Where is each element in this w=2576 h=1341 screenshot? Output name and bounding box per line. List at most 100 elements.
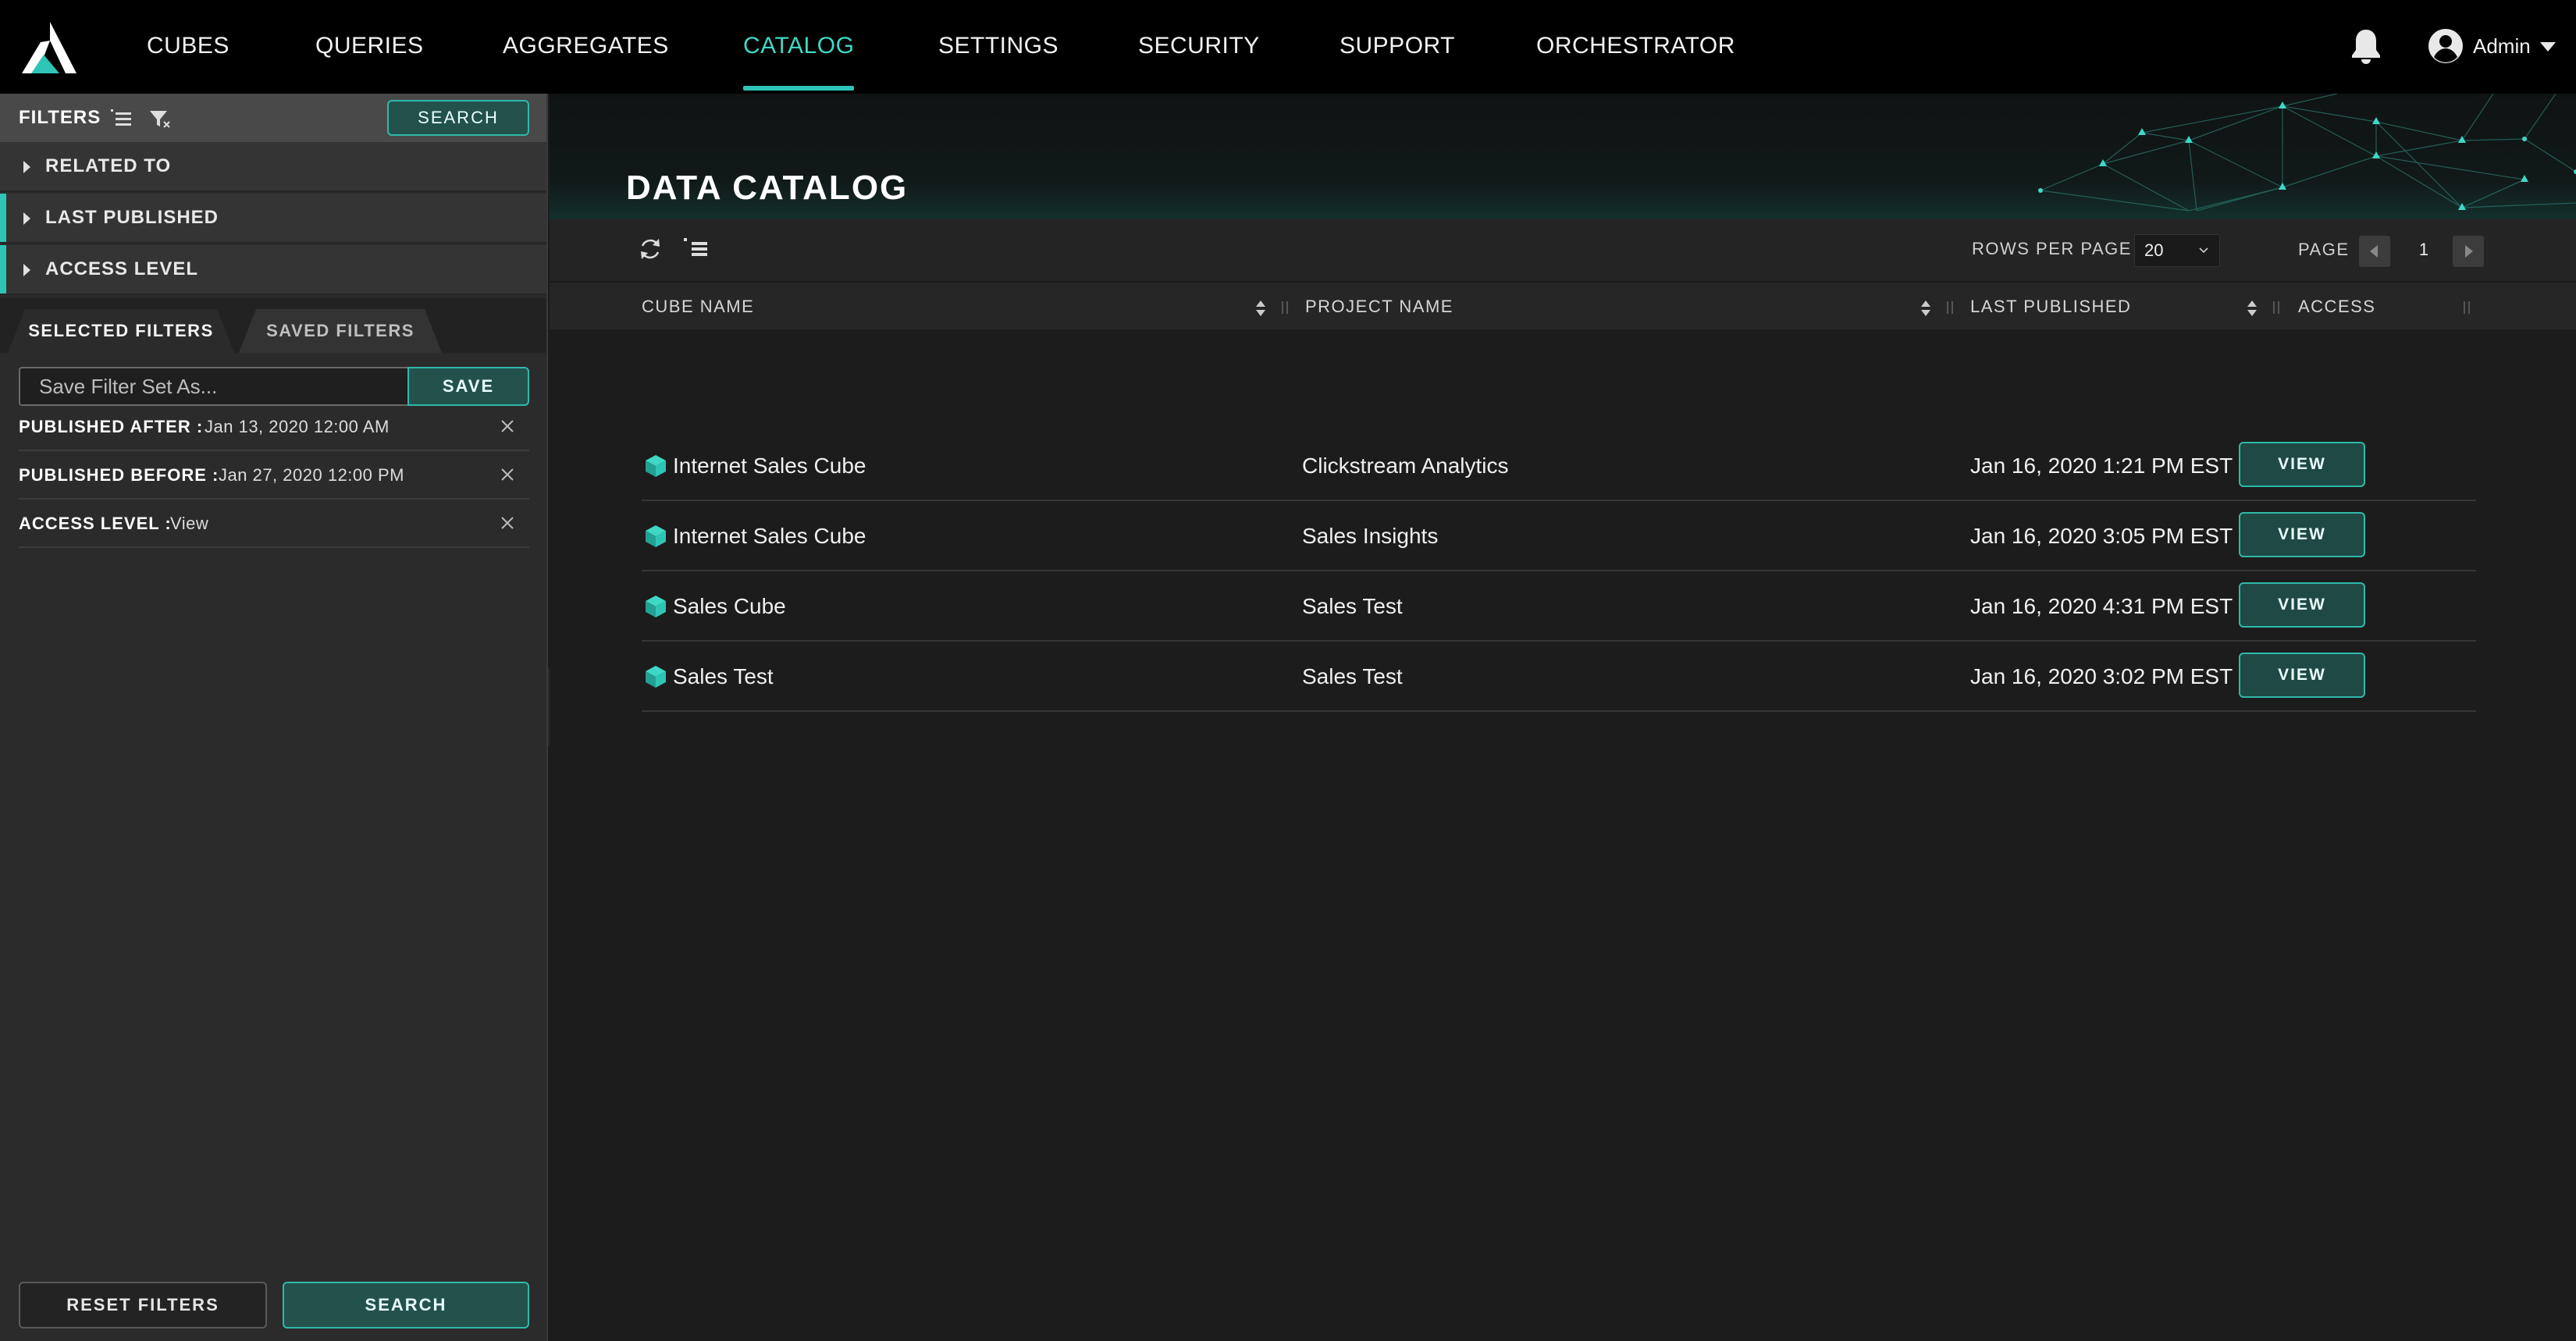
clear-filter-icon[interactable] [148, 108, 172, 130]
column-resize-handle[interactable] [1282, 301, 1288, 314]
table-toolbar: ROWS PER PAGE 20 PAGE 1 [550, 219, 2576, 281]
bell-icon[interactable] [2348, 27, 2384, 66]
search-button[interactable]: SEARCH [283, 1282, 529, 1329]
column-header-project-name[interactable]: PROJECT NAME [1305, 283, 1453, 331]
cell-project-name: Sales Test [1302, 594, 1403, 618]
save-filter-button[interactable]: SAVE [407, 367, 529, 406]
rows-per-page-value: 20 [2144, 240, 2164, 260]
cell-cube-name[interactable]: Sales Test [673, 642, 774, 712]
page-header: DATA CATALOG [550, 94, 2576, 219]
table-row: Sales Test Sales Test Jan 16, 2020 3:02 … [642, 642, 2476, 712]
filter-value: Jan 27, 2020 12:00 PM [219, 465, 404, 485]
triangle-left-icon [2370, 245, 2378, 258]
filter-key: PUBLISHED AFTER : [19, 417, 204, 436]
sort-icon[interactable] [1920, 300, 1931, 317]
accordion-label: ACCESS LEVEL [45, 258, 199, 279]
page-label: PAGE [2298, 240, 2350, 259]
close-icon[interactable] [500, 515, 515, 531]
view-button[interactable]: VIEW [2239, 442, 2365, 487]
filters-title: FILTERS [19, 107, 101, 128]
filters-sidebar: FILTERS SEARCH RELATED TO LAST PUBLISHED… [0, 94, 548, 1341]
chevron-down-icon [2199, 247, 2208, 254]
reset-filters-button[interactable]: RESET FILTERS [19, 1282, 267, 1329]
save-filter-placeholder: Save Filter Set As... [39, 375, 218, 398]
cell-last-published: Jan 16, 2020 3:05 PM EST [1970, 524, 2233, 548]
table-row: Internet Sales Cube Clickstream Analytic… [642, 431, 2476, 501]
column-resize-handle[interactable] [2273, 301, 2279, 314]
view-button[interactable]: VIEW [2239, 512, 2365, 557]
expand-arrow-icon [23, 264, 30, 276]
cube-icon [646, 596, 666, 617]
accordion-related-to[interactable]: RELATED TO [0, 142, 546, 192]
user-avatar-icon[interactable] [2428, 28, 2464, 64]
nav-orchestrator[interactable]: ORCHESTRATOR [1536, 0, 1735, 94]
accordion-label: LAST PUBLISHED [45, 207, 219, 228]
column-header-cube-name[interactable]: CUBE NAME [642, 283, 754, 331]
accordion-label: RELATED TO [45, 155, 172, 176]
caret-down-icon[interactable] [2540, 42, 2556, 52]
page-title: DATA CATALOG [626, 169, 909, 207]
cell-cube-name[interactable]: Sales Cube [673, 571, 786, 642]
cell-project-name: Clickstream Analytics [1302, 454, 1509, 478]
prev-page-button[interactable] [2359, 236, 2390, 267]
filter-key: ACCESS LEVEL : [19, 514, 172, 533]
nav-cubes[interactable]: CUBES [147, 0, 229, 94]
sort-icon[interactable] [1255, 300, 1266, 317]
cell-cube-name[interactable]: Internet Sales Cube [673, 431, 866, 501]
column-options-icon[interactable] [682, 236, 709, 262]
column-header-last-published[interactable]: LAST PUBLISHED [1970, 283, 2131, 331]
rows-per-page-select[interactable]: 20 [2134, 234, 2220, 267]
table-row: Sales Cube Sales Test Jan 16, 2020 4:31 … [642, 571, 2476, 642]
cell-last-published: Jan 16, 2020 4:31 PM EST [1970, 594, 2233, 618]
refresh-icon[interactable] [637, 236, 664, 262]
cell-cube-name[interactable]: Internet Sales Cube [673, 501, 866, 571]
nav-queries[interactable]: QUERIES [315, 0, 424, 94]
tab-saved-filters[interactable]: SAVED FILTERS [239, 309, 442, 353]
nav-aggregates[interactable]: AGGREGATES [503, 0, 669, 94]
accordion-last-published[interactable]: LAST PUBLISHED [0, 194, 546, 244]
nav-support[interactable]: SUPPORT [1340, 0, 1455, 94]
table-row: Internet Sales Cube Sales Insights Jan 1… [642, 501, 2476, 571]
expand-arrow-icon [23, 161, 30, 173]
view-button[interactable]: VIEW [2239, 582, 2365, 628]
nav-security[interactable]: SECURITY [1138, 0, 1260, 94]
cube-icon [646, 666, 666, 688]
triangle-logo-icon[interactable] [20, 20, 80, 75]
user-name[interactable]: Admin [2473, 0, 2531, 94]
column-resize-handle[interactable] [1947, 301, 1953, 314]
filters-search-button[interactable]: SEARCH [387, 100, 529, 136]
next-page-button[interactable] [2453, 236, 2484, 267]
filter-value: View [170, 514, 209, 533]
cell-last-published: Jan 16, 2020 1:21 PM EST [1970, 454, 2233, 478]
selected-filter-row: PUBLISHED AFTER : Jan 13, 2020 12:00 AM [19, 404, 529, 451]
table-header: CUBE NAME PROJECT NAME LAST PUBLISHED AC… [550, 281, 2576, 329]
top-navigation-bar: CUBES QUERIES AGGREGATES CATALOG SETTING… [0, 0, 2576, 94]
selected-filter-row: ACCESS LEVEL : View [19, 501, 529, 548]
save-filter-set-input[interactable]: Save Filter Set As... [19, 367, 409, 406]
filter-value: Jan 13, 2020 12:00 AM [205, 417, 390, 436]
sort-icon[interactable] [2247, 300, 2258, 317]
filters-header: FILTERS SEARCH [0, 94, 546, 142]
rows-per-page-label: ROWS PER PAGE [1972, 239, 2132, 258]
filter-tabs: SELECTED FILTERS SAVED FILTERS [0, 298, 546, 353]
cube-icon [646, 455, 666, 477]
view-button[interactable]: VIEW [2239, 653, 2365, 698]
close-icon[interactable] [500, 467, 515, 482]
tab-selected-filters[interactable]: SELECTED FILTERS [8, 309, 234, 353]
cell-project-name: Sales Test [1302, 664, 1403, 688]
close-icon[interactable] [500, 418, 515, 434]
page-number: 1 [2418, 240, 2429, 259]
column-header-access[interactable]: ACCESS [2298, 283, 2375, 331]
main-content: DATA CATALOG ROWS PER PAGE 20 PAGE 1 CUB… [550, 94, 2576, 1341]
nav-settings[interactable]: SETTINGS [938, 0, 1059, 94]
list-options-icon[interactable] [109, 108, 133, 130]
triangle-right-icon [2465, 245, 2473, 258]
column-resize-handle[interactable] [2464, 301, 2470, 314]
expand-arrow-icon [23, 212, 30, 225]
selected-filter-row: PUBLISHED BEFORE : Jan 27, 2020 12:00 PM [19, 453, 529, 500]
cube-icon [646, 525, 666, 547]
nav-catalog[interactable]: CATALOG [743, 0, 855, 94]
network-graphic [2038, 94, 2576, 212]
cell-last-published: Jan 16, 2020 3:02 PM EST [1970, 664, 2233, 688]
accordion-access-level[interactable]: ACCESS LEVEL [0, 245, 546, 295]
